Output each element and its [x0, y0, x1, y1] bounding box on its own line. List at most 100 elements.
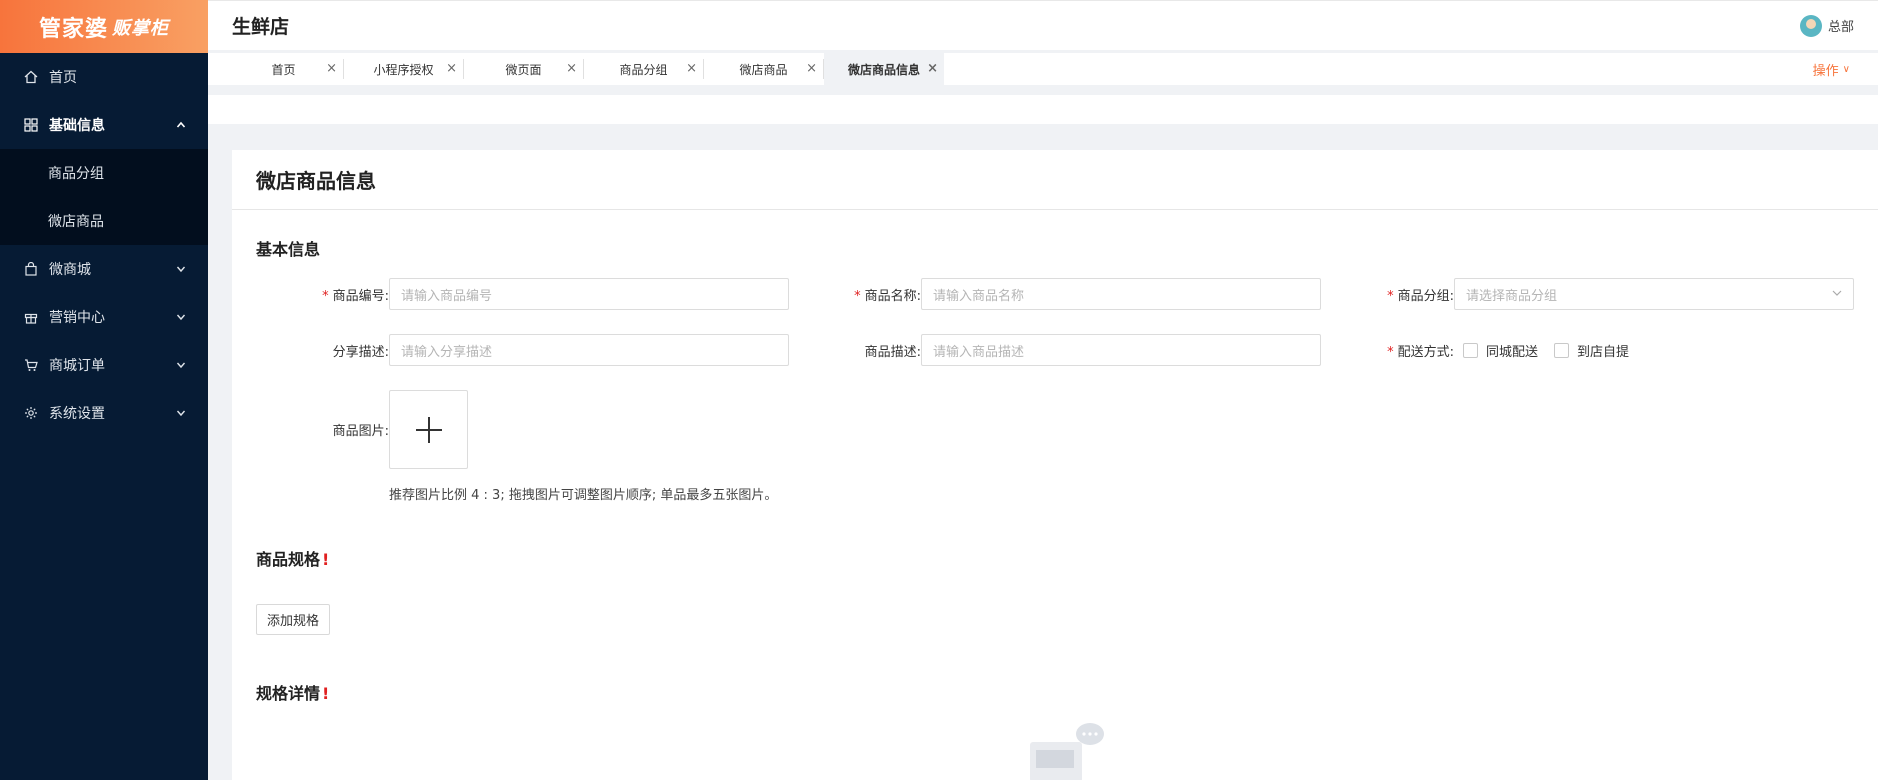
toolbar-strip: [208, 95, 1878, 124]
plus-icon: [415, 416, 442, 443]
user-menu[interactable]: 总部: [1799, 14, 1854, 37]
sidebar: 管家婆 贩掌柜 首页 基础信息 商品分组 微店商品 微商城 营销中心 商城订单 …: [0, 0, 208, 780]
field-label: 商品名称:: [864, 288, 921, 304]
field-product-desc: 商品描述: 请输入商品描述: [788, 334, 1321, 366]
brand-logo[interactable]: 管家婆 贩掌柜: [0, 0, 208, 53]
avatar: [1799, 14, 1822, 37]
field-product-group: * 商品分组: 请选择商品分组: [1321, 278, 1854, 310]
brand-name: 管家婆: [38, 16, 108, 42]
field-share-desc: 分享描述: 请输入分享描述: [256, 334, 789, 366]
operations-label: 操作: [1812, 63, 1839, 79]
checkbox-box[interactable]: [1463, 342, 1478, 358]
field-label: 商品图片:: [332, 424, 389, 439]
tab-bar: 首页 × 小程序授权 × 微页面 × 商品分组 × 微店商品 × 微店商品信息 …: [208, 53, 1878, 90]
field-product-name: * 商品名称: 请输入商品名称: [788, 278, 1321, 310]
field-delivery: * 配送方式: 同城配送 到店自提: [1321, 334, 1643, 366]
close-icon[interactable]: ×: [326, 61, 337, 76]
tab-label: 商品分组: [619, 62, 668, 77]
user-name: 总部: [1827, 20, 1854, 35]
tab-label: 微店商品: [739, 62, 788, 77]
operations-dropdown[interactable]: 操作 ∨: [1813, 53, 1878, 85]
field-product-code: * 商品编号: 请输入商品编号: [256, 278, 789, 310]
tab-label: 微店商品信息: [847, 62, 920, 77]
share-desc-input[interactable]: 请输入分享描述: [389, 334, 789, 366]
sidebar-item-orders[interactable]: 商城订单: [0, 341, 208, 389]
close-icon[interactable]: ×: [566, 61, 577, 76]
required-mark: !: [322, 550, 330, 569]
cart-icon: [24, 358, 38, 372]
field-label: 配送方式:: [1397, 344, 1454, 360]
checkbox-label: 到店自提: [1577, 344, 1630, 360]
tab-label: 小程序授权: [373, 62, 434, 77]
product-name-input[interactable]: 请输入商品名称: [921, 278, 1321, 310]
tab-micro-page[interactable]: 微页面 ×: [464, 59, 584, 79]
brand-sub: 贩掌柜: [112, 17, 169, 39]
add-spec-button[interactable]: 添加规格: [256, 604, 331, 635]
tab-product-info[interactable]: 微店商品信息 ×: [824, 53, 944, 85]
sidebar-item-label: 系统设置: [49, 406, 105, 422]
required-mark: *: [322, 288, 329, 304]
sidebar-item-home[interactable]: 首页: [0, 53, 208, 101]
chevron-down-icon: [176, 264, 186, 274]
select-placeholder: 请选择商品分组: [1466, 288, 1558, 304]
close-icon[interactable]: ×: [927, 61, 938, 76]
section-spec-detail: 规格详情!: [256, 680, 329, 704]
section-product-spec: 商品规格!: [256, 546, 329, 570]
sidebar-item-label: 首页: [49, 70, 77, 86]
sidebar-item-product-group[interactable]: 商品分组: [0, 149, 208, 197]
bag-icon: [24, 262, 38, 276]
sidebar-item-shop-products[interactable]: 微店商品: [0, 197, 208, 245]
checkbox-box[interactable]: [1554, 342, 1570, 358]
section-label: 商品规格: [256, 550, 321, 569]
empty-state-illustration: [1022, 720, 1112, 780]
sidebar-item-label: 营销中心: [49, 310, 105, 326]
grid-icon: [24, 118, 38, 132]
chevron-down-icon: [176, 408, 186, 418]
close-icon[interactable]: ×: [446, 61, 457, 76]
sidebar-item-settings[interactable]: 系统设置: [0, 389, 208, 437]
chevron-down-icon: [176, 312, 186, 322]
top-header: 生鲜店 总部: [208, 0, 1878, 50]
section-basic-info: 基本信息: [256, 240, 321, 259]
field-label: 商品编号:: [332, 288, 389, 304]
sidebar-item-label: 基础信息: [49, 118, 105, 134]
sidebar-item-label: 商城订单: [49, 358, 105, 374]
tab-shop-products[interactable]: 微店商品 ×: [704, 59, 824, 79]
field-label: 分享描述:: [332, 344, 389, 360]
field-label: 商品描述:: [864, 344, 921, 360]
main-panel: 微店商品信息 基本信息 * 商品编号: 请输入商品编号 * 商品名称: 请输入商品名…: [232, 150, 1878, 780]
home-icon: [24, 70, 38, 84]
required-mark: *: [854, 288, 861, 304]
gift-icon: [24, 310, 38, 324]
tab-home[interactable]: 首页 ×: [224, 59, 344, 79]
image-hint: 推荐图片比例 4 : 3; 拖拽图片可调整图片顺序; 单品最多五张图片。: [389, 488, 778, 503]
product-desc-input[interactable]: 请输入商品描述: [921, 334, 1321, 366]
field-label: 商品分组:: [1397, 288, 1454, 304]
required-mark: *: [1387, 288, 1394, 304]
checkbox-label: 同城配送: [1486, 344, 1539, 360]
image-upload-button[interactable]: [389, 390, 468, 469]
page-title: 微店商品信息: [232, 150, 1878, 210]
required-mark: *: [1387, 344, 1394, 360]
checkbox-store-pickup[interactable]: 到店自提: [1554, 341, 1629, 360]
chevron-down-icon: [1832, 288, 1842, 301]
chevron-down-icon: ∨: [1842, 63, 1850, 75]
sidebar-item-micro-mall[interactable]: 微商城: [0, 245, 208, 293]
tab-label: 微页面: [505, 62, 542, 77]
field-product-image: 商品图片:: [256, 420, 389, 439]
required-mark: !: [322, 684, 330, 703]
sidebar-item-marketing[interactable]: 营销中心: [0, 293, 208, 341]
gear-icon: [24, 406, 38, 420]
close-icon[interactable]: ×: [686, 61, 697, 76]
store-name: 生鲜店: [232, 16, 290, 38]
product-code-input[interactable]: 请输入商品编号: [389, 278, 789, 310]
sidebar-item-basic-info[interactable]: 基础信息: [0, 101, 208, 149]
sidebar-item-label: 微商城: [49, 262, 91, 278]
checkbox-local-delivery[interactable]: 同城配送: [1463, 341, 1538, 360]
product-group-select[interactable]: 请选择商品分组: [1454, 278, 1854, 310]
chevron-up-icon: [176, 120, 186, 130]
section-label: 规格详情: [256, 684, 321, 703]
tab-product-group[interactable]: 商品分组 ×: [584, 59, 704, 79]
close-icon[interactable]: ×: [806, 61, 817, 76]
tab-mini-program-auth[interactable]: 小程序授权 ×: [344, 59, 464, 79]
